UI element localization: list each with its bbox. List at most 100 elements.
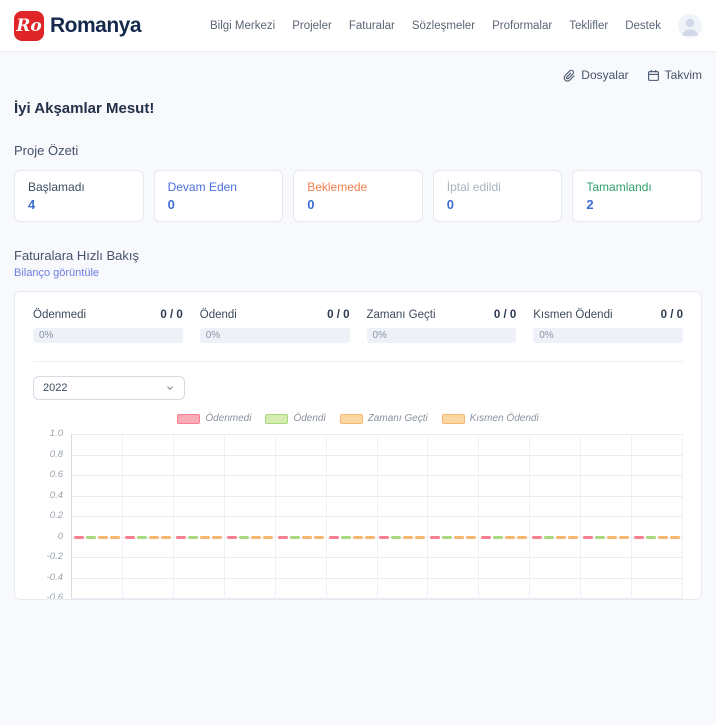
- legend-swatch-icon: [177, 413, 201, 424]
- stat-progressbar: 0%: [366, 328, 517, 343]
- bar-4: [211, 535, 222, 539]
- chart-month-column: [581, 434, 633, 599]
- bar-1: [73, 535, 84, 539]
- bar-2: [85, 535, 96, 539]
- zero-value-bars: [327, 535, 377, 539]
- person-icon: [681, 18, 699, 36]
- bar-1: [379, 535, 390, 539]
- bar-2: [544, 535, 555, 539]
- stat-ratio: 0 / 0: [160, 309, 183, 321]
- legend-item[interactable]: Zamanı Geçti: [339, 413, 428, 424]
- card-tamamlandi: Tamamlandı 2: [572, 170, 702, 222]
- paperclip-icon: [563, 69, 576, 82]
- legend-item[interactable]: Ödenmedi: [177, 413, 251, 424]
- invoices-chart: Ödenmedi Ödendi Zamanı Geçti Kısmen Ödendi …: [33, 413, 684, 599]
- chart-month-column: [72, 434, 123, 599]
- files-label: Dosyalar: [581, 68, 629, 82]
- bar-2: [391, 535, 402, 539]
- chart-body: 1.00.80.60.40.20-0.2-0.4-0.6-0.8: [33, 428, 684, 599]
- nav-item-destek[interactable]: Destek: [625, 20, 661, 32]
- bar-3: [352, 535, 363, 539]
- legend-item[interactable]: Ödendi: [265, 413, 326, 424]
- chart-legend: Ödenmedi Ödendi Zamanı Geçti Kısmen Ödendi: [33, 413, 683, 424]
- invoices-title: Faturalara Hızlı Bakış: [14, 248, 139, 263]
- card-count: 0: [446, 197, 455, 212]
- calendar-button[interactable]: Takvim: [647, 68, 702, 82]
- bar-1: [328, 535, 339, 539]
- bar-1: [583, 535, 594, 539]
- bar-1: [226, 535, 237, 539]
- project-summary-title: Proje Özeti: [14, 143, 79, 158]
- bar-4: [568, 535, 579, 539]
- page-toolbar: Dosyalar Takvim: [14, 52, 702, 96]
- stat-label: Ödenmedi: [33, 309, 87, 321]
- balance-link[interactable]: Bilanço görüntüle: [14, 267, 99, 279]
- stat-ratio: 0 / 0: [327, 309, 350, 321]
- brand-logo[interactable]: Ro Romanya: [14, 10, 142, 41]
- bar-4: [619, 535, 630, 539]
- card-count: 0: [167, 197, 175, 212]
- nav-item-faturalar[interactable]: Faturalar: [349, 20, 395, 32]
- y-axis-tick: 0.8: [49, 448, 63, 460]
- stat-label: Kısmen Ödendi: [533, 309, 613, 321]
- chart-month-column: [378, 434, 429, 599]
- bar-4: [262, 535, 273, 539]
- zero-value-bars: [72, 535, 122, 539]
- legend-label: Kısmen Ödendi: [469, 413, 539, 424]
- chart-y-axis: 1.00.80.60.40.20-0.2-0.4-0.6-0.8: [33, 428, 71, 599]
- bar-1: [532, 535, 543, 539]
- bar-3: [199, 535, 210, 539]
- chart-month-column: [479, 434, 531, 599]
- y-axis-tick: -0.2: [46, 551, 63, 562]
- stat-progressbar: 0%: [33, 328, 183, 343]
- bar-3: [403, 535, 414, 539]
- bar-1: [634, 535, 645, 539]
- card-label: Beklemede: [307, 180, 368, 194]
- calendar-icon: [647, 69, 659, 81]
- chart-month-column: [327, 434, 378, 599]
- card-label: Devam Eden: [167, 180, 237, 194]
- chart-month-column: [123, 434, 174, 599]
- bar-3: [505, 535, 516, 539]
- bar-3: [556, 535, 567, 539]
- zero-value-bars: [428, 535, 478, 539]
- y-axis-tick: 0: [57, 530, 63, 542]
- card-count: 4: [28, 197, 36, 212]
- legend-swatch-icon: [265, 413, 289, 424]
- bar-2: [238, 535, 249, 539]
- nav-item-bilgi-merkezi[interactable]: Bilgi Merkezi: [210, 20, 275, 32]
- stat-progressbar: 0%: [199, 328, 350, 343]
- zero-value-bars: [581, 535, 631, 539]
- zero-value-bars: [276, 535, 326, 539]
- zero-value-bars: [378, 535, 428, 539]
- user-avatar[interactable]: [678, 13, 702, 38]
- card-count: 2: [586, 197, 594, 212]
- files-button[interactable]: Dosyalar: [563, 68, 629, 82]
- y-axis-tick: 0.4: [49, 489, 63, 501]
- chart-plot: [71, 434, 684, 599]
- chart-month-column: [225, 434, 276, 599]
- bar-3: [148, 535, 159, 539]
- nav-item-projeler[interactable]: Projeler: [292, 20, 332, 32]
- bar-1: [277, 535, 288, 539]
- zero-value-bars: [123, 535, 173, 539]
- chart-month-column: [428, 434, 480, 599]
- card-label: İptal edildi: [446, 180, 501, 194]
- logo-monogram-icon: Ro: [14, 10, 44, 41]
- stat-ratio: 0 / 0: [493, 309, 517, 321]
- project-summary-cards: Başlamadı 4 Devam Eden 0 Beklemede 0 İpt…: [14, 170, 702, 222]
- card-divider: [33, 361, 683, 362]
- y-axis-tick: 0.6: [49, 469, 63, 480]
- chart-month-column: [174, 434, 225, 599]
- nav-item-sozlesmeler[interactable]: Sözleşmeler: [412, 20, 475, 32]
- nav-item-proformalar[interactable]: Proformalar: [492, 20, 552, 32]
- nav-item-teklifler[interactable]: Teklifler: [569, 20, 608, 32]
- bar-2: [340, 535, 351, 539]
- legend-item[interactable]: Kısmen Ödendi: [441, 413, 539, 424]
- bar-1: [430, 535, 441, 539]
- y-axis-tick: 1.0: [49, 428, 63, 439]
- year-select[interactable]: 2022: [33, 376, 185, 400]
- card-label: Tamamlandı: [586, 180, 652, 194]
- year-select-value: 2022: [43, 382, 68, 394]
- bar-2: [187, 535, 198, 539]
